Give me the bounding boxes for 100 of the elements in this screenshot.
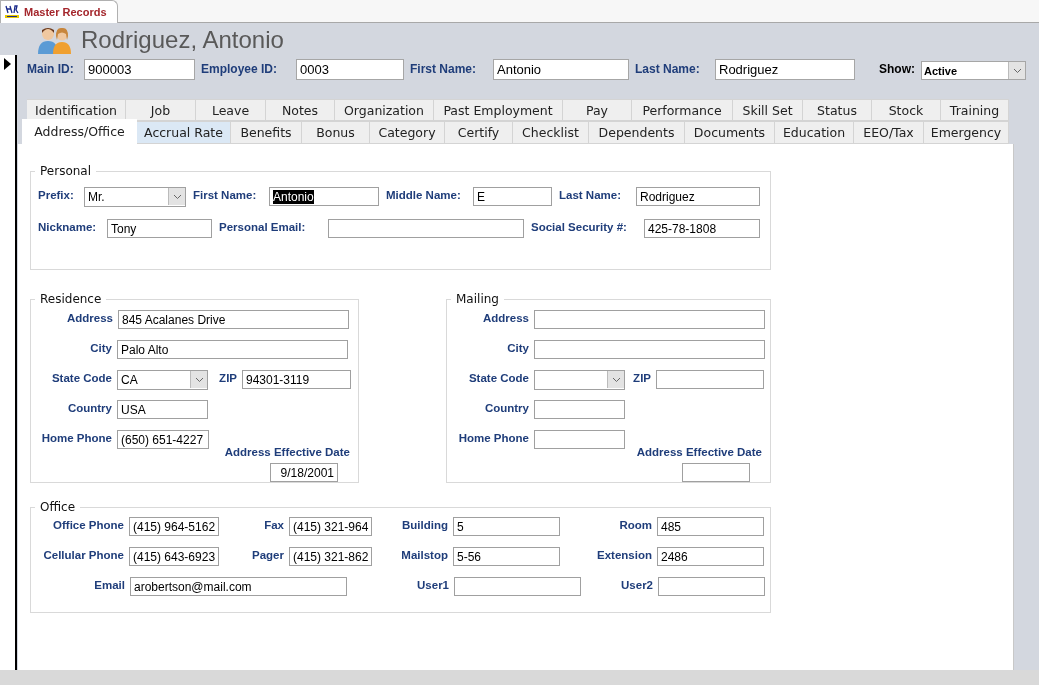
field-label: Personal Email:: [218, 221, 307, 233]
dropdown[interactable]: CA: [117, 369, 208, 390]
field-label: Office Phone: [52, 519, 125, 531]
text-field[interactable]: [534, 340, 765, 359]
text-field[interactable]: Palo Alto: [117, 340, 348, 359]
text-field[interactable]: (415) 643-6923: [129, 547, 219, 566]
text-field[interactable]: Rodriguez: [715, 59, 855, 80]
field-label: ZIP: [632, 372, 652, 384]
show-dropdown[interactable]: Active: [921, 61, 1026, 80]
tab[interactable]: Job: [126, 99, 196, 121]
tab[interactable]: Training: [941, 99, 1009, 121]
field-label: Nickname:: [37, 221, 98, 233]
field-label: Address: [481, 312, 530, 324]
text-field[interactable]: [534, 400, 625, 419]
dropdown[interactable]: Mr.: [84, 186, 186, 207]
text-field[interactable]: (650) 651-4227: [117, 430, 209, 449]
text-field[interactable]: [454, 577, 581, 596]
field-label: Last Name:: [558, 189, 622, 201]
text-field[interactable]: Antonio: [493, 59, 629, 80]
field-label: Extension: [596, 549, 653, 561]
people-icon: [37, 26, 73, 54]
tab[interactable]: Benefits: [231, 121, 302, 144]
record-title: Rodriguez, Antonio: [81, 26, 284, 54]
date-field[interactable]: 9/18/2001: [270, 463, 338, 482]
tab[interactable]: Emergency: [924, 121, 1009, 144]
record-pointer-icon: [4, 58, 11, 70]
field-label: Mailstop: [400, 549, 449, 561]
field-label: Employee ID:: [201, 61, 279, 78]
tab[interactable]: Leave: [196, 99, 266, 121]
field-label: City: [506, 342, 530, 354]
text-field[interactable]: arobertson@mail.com: [130, 577, 347, 596]
tab[interactable]: Identification: [27, 99, 126, 121]
group-title: Office: [39, 500, 77, 514]
tab[interactable]: Performance: [632, 99, 733, 121]
field-label: Country: [66, 402, 113, 414]
text-field[interactable]: 5: [453, 517, 560, 536]
date-field[interactable]: [682, 463, 750, 482]
text-field[interactable]: (415) 321-964: [289, 517, 372, 536]
tab[interactable]: Checklist: [513, 121, 589, 144]
tab[interactable]: Stock: [872, 99, 941, 121]
field-label: Building: [401, 519, 449, 531]
field-label: First Name:: [192, 189, 258, 201]
field-label: Country: [483, 402, 530, 414]
document-tab[interactable]: Master Records: [0, 0, 118, 23]
text-field[interactable]: (415) 321-862: [289, 547, 372, 566]
tab[interactable]: Education: [775, 121, 854, 144]
text-field[interactable]: Tony: [107, 219, 212, 238]
field-label: User2: [620, 579, 654, 591]
group-title: Personal: [39, 164, 92, 178]
field-label: State Code: [50, 372, 113, 384]
field-label: Room: [618, 519, 653, 531]
field-label: Fax: [263, 519, 285, 531]
tab[interactable]: Certify: [445, 121, 513, 144]
tab[interactable]: Past Employment: [434, 99, 563, 121]
dropdown[interactable]: [534, 369, 625, 390]
tab[interactable]: Organization: [335, 99, 434, 121]
field-label: Address Effective Date: [224, 446, 350, 458]
text-field[interactable]: [534, 430, 625, 449]
text-field[interactable]: 485: [657, 517, 764, 536]
tab[interactable]: Documents: [685, 121, 775, 144]
field-label: Cellular Phone: [42, 549, 125, 561]
app-logo-icon: [4, 4, 20, 20]
text-field[interactable]: Antonio: [269, 187, 379, 206]
text-field[interactable]: 2486: [657, 547, 764, 566]
field-label: Home Phone: [40, 432, 113, 444]
chevron-down-icon: [172, 193, 182, 200]
tab[interactable]: Category: [370, 121, 445, 144]
field-label: Show:: [879, 61, 916, 78]
tab[interactable]: Address/Office: [22, 119, 137, 144]
text-field[interactable]: 94301-3119: [242, 370, 351, 389]
text-field[interactable]: E: [473, 187, 552, 206]
tab[interactable]: Dependents: [589, 121, 685, 144]
text-field[interactable]: 0003: [296, 59, 404, 80]
chevron-down-icon: [1012, 67, 1022, 74]
field-label: Main ID:: [27, 61, 75, 78]
tab[interactable]: Status: [803, 99, 872, 121]
field-label: Social Security #:: [530, 221, 628, 233]
tab[interactable]: EEO/Tax: [854, 121, 924, 144]
field-label: City: [89, 342, 113, 354]
tab[interactable]: Accrual Rate: [137, 121, 231, 144]
tab[interactable]: Bonus: [302, 121, 370, 144]
chevron-down-icon: [194, 376, 204, 383]
text-field[interactable]: Rodriguez: [636, 187, 760, 206]
tab[interactable]: Notes: [266, 99, 335, 121]
text-field[interactable]: (415) 964-5162: [129, 517, 219, 536]
text-field[interactable]: USA: [117, 400, 208, 419]
text-field[interactable]: 900003: [84, 59, 195, 80]
tab[interactable]: Skill Set: [733, 99, 803, 121]
text-field[interactable]: 845 Acalanes Drive: [118, 310, 349, 329]
text-field[interactable]: 5-56: [453, 547, 560, 566]
text-field[interactable]: [534, 310, 765, 329]
text-field[interactable]: 425-78-1808: [644, 219, 760, 238]
field-label: State Code: [467, 372, 530, 384]
field-label: First Name:: [410, 61, 478, 78]
text-field[interactable]: [328, 219, 524, 238]
chevron-down-icon: [611, 376, 621, 383]
text-field[interactable]: [658, 577, 765, 596]
text-field[interactable]: [656, 370, 764, 389]
tab[interactable]: Pay: [563, 99, 632, 121]
field-label: Middle Name:: [385, 189, 462, 201]
